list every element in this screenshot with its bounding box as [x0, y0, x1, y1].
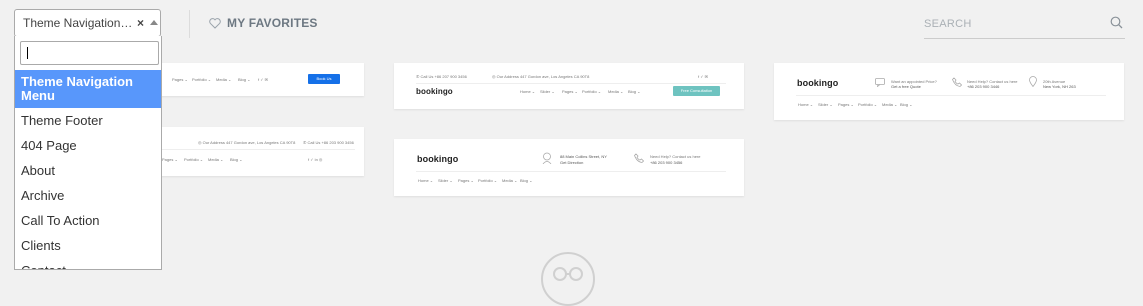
option-contact[interactable]: Contact — [15, 258, 161, 269]
search-input[interactable] — [924, 16, 1094, 30]
option-about[interactable]: About — [15, 158, 161, 183]
option-theme-navigation-menu[interactable]: Theme Navigation Menu — [15, 70, 161, 108]
quote-icon — [875, 78, 885, 87]
card3-nav-1: Home ⌄ — [520, 89, 536, 94]
library-toolbar: Theme Navigation M… × MY FAVORITES — [0, 0, 1143, 46]
heart-icon — [209, 18, 221, 29]
card1-nav-2: Portfolio ⌄ — [192, 77, 212, 82]
card4-nav-3: Pages ⌄ — [458, 178, 474, 183]
card3-social: f ✓ ✉ — [698, 74, 709, 79]
card3-phone: ✆ Call Us +86 207 900 3456 — [416, 74, 467, 79]
card5-logo: bookingo — [797, 78, 839, 88]
search-box — [924, 14, 1125, 39]
card4-nav-5: Media ⌄ — [502, 178, 518, 183]
card3-nav-3: Pages ⌄ — [562, 89, 578, 94]
card3-consult-button: Free Consultation — [673, 86, 720, 96]
card1-social: f ✓ ✉ — [258, 77, 269, 82]
category-options-list: Theme Navigation Menu Theme Footer 404 P… — [15, 70, 161, 269]
card4-divider — [416, 171, 726, 172]
card4-help-phone: +86 203 900 3456 — [650, 160, 683, 165]
toolbar-divider — [189, 10, 190, 38]
phone-icon — [952, 77, 962, 87]
card4-nav-6: Blog ⌄ — [520, 178, 533, 183]
template-card-2[interactable]: ◎ Our Address 447 Gordon ave, Los Angele… — [150, 127, 364, 176]
card5-nav-6: Blog ⌄ — [900, 102, 913, 107]
card5-location-city: New York, NH 263 — [1043, 84, 1076, 89]
location-pin-icon — [542, 152, 552, 164]
card2-phone: ✆ Call Us +86 203 900 3456 — [303, 140, 354, 145]
my-favorites-label: MY FAVORITES — [227, 16, 318, 30]
card4-nav-4: Portfolio ⌄ — [478, 178, 498, 183]
card4-address: 88 Main Collins Street, NY — [560, 154, 607, 159]
chevron-up-icon[interactable] — [150, 20, 158, 25]
text-caret — [27, 47, 28, 59]
card2-social: f ✓ in ◎ — [308, 157, 323, 162]
template-card-1[interactable]: Pages ⌄ Portfolio ⌄ Media ⌄ Blog ⌄ f ✓ ✉… — [150, 63, 364, 96]
template-card-3[interactable]: ✆ Call Us +86 207 900 3456 ◎ Our Address… — [394, 63, 744, 109]
option-call-to-action[interactable]: Call To Action — [15, 208, 161, 233]
card5-quote: Get a free Quote — [891, 84, 921, 89]
card3-address: ◎ Our Address 447 Gordon ave, Los Angele… — [492, 74, 590, 79]
card5-nav-5: Media ⌄ — [882, 102, 898, 107]
card4-logo: bookingo — [417, 154, 459, 164]
card3-logo: bookingo — [416, 87, 453, 96]
my-favorites-link[interactable]: MY FAVORITES — [209, 16, 318, 30]
card3-divider — [416, 83, 726, 84]
card2-divider — [160, 149, 355, 150]
card3-nav-4: Portfolio ⌄ — [582, 89, 602, 94]
card4-help: Need Help? Contact us here — [650, 154, 701, 159]
option-archive[interactable]: Archive — [15, 183, 161, 208]
card5-divider — [796, 95, 1106, 96]
card5-nav-3: Pages ⌄ — [838, 102, 854, 107]
card5-help-phone: +86 203 900 3446 — [967, 84, 1000, 89]
card1-nav-3: Media ⌄ — [216, 77, 232, 82]
card5-nav-2: Slider ⌄ — [818, 102, 833, 107]
option-clients[interactable]: Clients — [15, 233, 161, 258]
category-dropdown: Theme Navigation Menu Theme Footer 404 P… — [14, 36, 162, 270]
card4-nav-2: Slider ⌄ — [438, 178, 453, 183]
card2-address: ◎ Our Address 447 Gordon ave, Los Angele… — [198, 140, 296, 145]
card1-book-button: Book Us — [308, 74, 340, 84]
map-marker-icon — [1029, 76, 1037, 87]
card2-nav-2: Portfolio ⌄ — [184, 157, 204, 162]
card2-nav-3: Media ⌄ — [208, 157, 224, 162]
card4-direction: Get Direction — [560, 160, 584, 165]
card1-nav-4: Blog ⌄ — [238, 77, 251, 82]
card4-nav-1: Home ⌄ — [418, 178, 434, 183]
template-card-5[interactable]: bookingo Want an appointed Price? Get a … — [774, 63, 1124, 120]
dropdown-search-field[interactable] — [20, 41, 159, 65]
card2-nav-1: Pages ⌄ — [162, 157, 178, 162]
library-logo-icon — [541, 252, 595, 306]
card5-nav-1: Home ⌄ — [798, 102, 814, 107]
card5-nav-4: Portfolio ⌄ — [858, 102, 878, 107]
category-select-value: Theme Navigation M… — [23, 16, 133, 30]
card1-nav-1: Pages ⌄ — [172, 77, 188, 82]
clear-selection-icon[interactable]: × — [137, 10, 144, 36]
card2-nav-4: Blog ⌄ — [230, 157, 243, 162]
option-404-page[interactable]: 404 Page — [15, 133, 161, 158]
card3-nav-2: Slider ⌄ — [540, 89, 555, 94]
search-icon[interactable] — [1110, 16, 1123, 29]
phone-icon — [634, 153, 644, 163]
option-theme-footer[interactable]: Theme Footer — [15, 108, 161, 133]
template-card-4[interactable]: bookingo 88 Main Collins Street, NY Get … — [394, 139, 744, 196]
category-select[interactable]: Theme Navigation M… × — [14, 9, 161, 37]
library-logo-glyph — [553, 267, 583, 281]
card3-nav-5: Media ⌄ — [608, 89, 624, 94]
card3-nav-6: Blog ⌄ — [628, 89, 641, 94]
